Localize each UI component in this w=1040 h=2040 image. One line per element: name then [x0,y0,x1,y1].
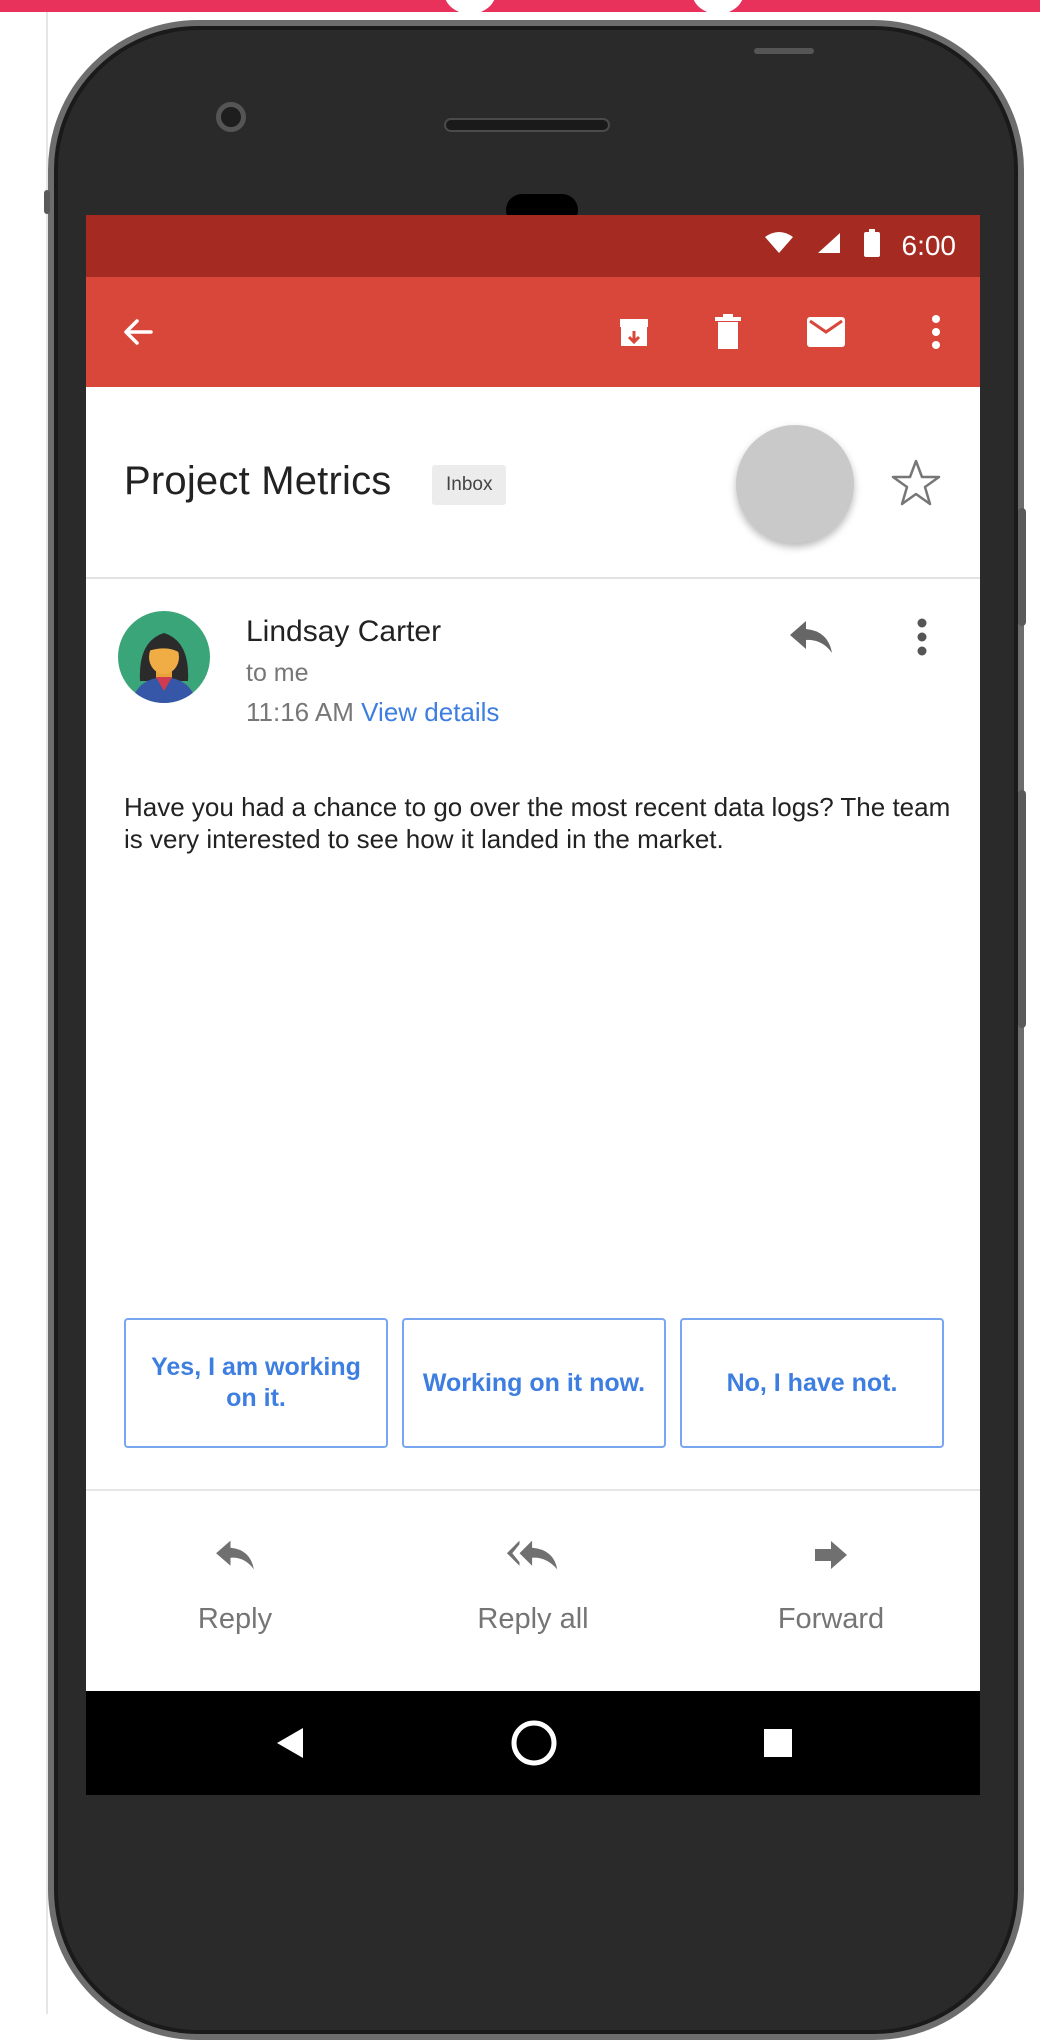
smart-reply-row: Yes, I am working on it. Working on it n… [124,1318,944,1448]
earpiece-speaker [444,118,610,132]
reply-all-action[interactable]: Reply all [384,1491,682,1691]
cell-signal-icon [816,230,842,262]
volume-key [1018,508,1026,626]
forward-action[interactable]: Forward [682,1491,980,1691]
strip-notch-right [692,0,744,14]
strip-notch-left [444,0,496,14]
inbox-label-chip[interactable]: Inbox [432,465,507,505]
forward-icon [801,1533,861,1577]
forward-label: Forward [777,1603,885,1635]
reply-all-label: Reply all [477,1603,589,1635]
smart-reply-no[interactable]: No, I have not. [680,1318,944,1448]
phone-screen: 6:00 Project Metrics Inbox Lindsay Carte… [86,215,980,1795]
reply-icon [205,1533,265,1577]
email-subject: Project Metrics [124,459,392,503]
wifi-icon [764,230,794,262]
nav-recents-icon[interactable] [752,1717,804,1769]
floating-action-circle[interactable] [736,425,854,543]
delete-icon[interactable] [700,304,756,360]
recipient-line: to me [246,659,309,687]
sender-name: Lindsay Carter [246,615,442,648]
page-left-margin [0,12,48,2014]
nav-home-icon[interactable] [508,1717,560,1769]
message-more-icon[interactable] [912,615,932,665]
front-camera [216,102,246,132]
more-vert-icon[interactable] [908,304,964,360]
message-header: Lindsay Carter to me 11:16 AM View detai… [86,579,980,749]
view-details-link[interactable]: View details [361,697,499,727]
timestamp-line: 11:16 AM View details [246,697,499,728]
reply-icon[interactable] [786,617,836,657]
phone-top-seam [754,48,814,54]
left-side-key [44,190,50,214]
archive-icon[interactable] [606,304,662,360]
system-nav-bar [86,1691,980,1795]
smart-reply-working[interactable]: Working on it now. [402,1318,666,1448]
reply-action[interactable]: Reply [86,1491,384,1691]
reply-label: Reply [197,1603,273,1635]
reply-all-icon [503,1533,563,1577]
smart-reply-yes[interactable]: Yes, I am working on it. [124,1318,388,1448]
mark-unread-icon[interactable] [798,304,854,360]
subject-row: Project Metrics Inbox [86,387,980,579]
star-icon[interactable] [886,453,946,513]
email-body: Have you had a chance to go over the mos… [124,792,951,854]
top-accent-strip [0,0,1040,14]
back-arrow-icon[interactable] [110,304,166,360]
nav-back-icon[interactable] [264,1717,316,1769]
sender-avatar[interactable] [118,611,210,703]
status-time: 6:00 [901,230,957,261]
email-time: 11:16 AM [246,697,354,727]
bottom-actions: Reply Reply all Forward [86,1491,980,1691]
status-bar: 6:00 [86,215,980,277]
battery-icon [863,228,880,264]
app-toolbar [86,277,980,387]
power-key [1018,790,1026,1028]
